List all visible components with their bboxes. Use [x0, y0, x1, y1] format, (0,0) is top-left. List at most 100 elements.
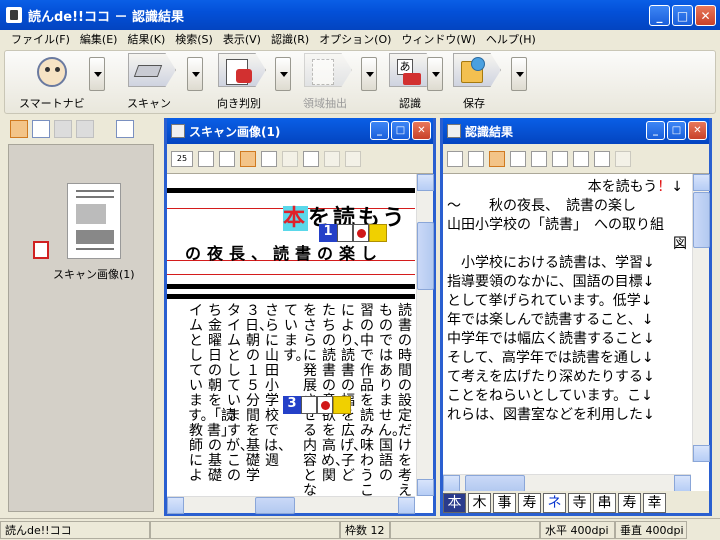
region-extract-dropdown[interactable] — [361, 57, 377, 91]
smart-navi-dropdown[interactable] — [89, 57, 105, 91]
thumbnail-panel: スキャン画像(1) — [4, 116, 158, 516]
result-close-button[interactable]: ✕ — [688, 121, 707, 140]
menu-options[interactable]: オプション(O) — [314, 31, 396, 47]
image-minimize-button[interactable]: _ — [370, 121, 389, 140]
scan-dropdown[interactable] — [187, 57, 203, 91]
find-icon[interactable] — [552, 150, 568, 167]
image-maximize-button[interactable]: □ — [391, 121, 410, 140]
close-button[interactable]: ✕ — [695, 5, 716, 26]
thumbnail-list: スキャン画像(1) — [8, 144, 154, 512]
result-line: 中学年では幅広く読書すること↓ — [447, 331, 655, 347]
panel-minimize-icon[interactable] — [116, 120, 134, 138]
candidate-char[interactable]: 寺 — [568, 493, 591, 513]
scroll-left-icon[interactable] — [167, 497, 184, 514]
result-scroll-up-icon[interactable] — [693, 174, 710, 191]
maximize-button[interactable]: □ — [672, 5, 693, 26]
status-frames: 枠数 12 — [340, 520, 390, 539]
smart-navi-label: スマートナビ — [19, 97, 85, 110]
scan-image-title: スキャン画像(1) — [189, 124, 281, 139]
image-close-button[interactable]: ✕ — [412, 121, 431, 140]
candidate-char[interactable]: 事 — [493, 493, 516, 513]
correction-icon[interactable] — [573, 150, 589, 167]
menu-result[interactable]: 結果(K) — [122, 31, 170, 47]
result-title-bar[interactable]: 認識結果 _ □ ✕ — [443, 118, 709, 144]
frame-marker-3[interactable]: 3 — [283, 396, 351, 414]
menu-edit[interactable]: 編集(E) — [75, 31, 123, 47]
menu-file[interactable]: ファイル(F) — [6, 31, 75, 47]
image-adjust-icon[interactable] — [219, 150, 235, 167]
vertical-frame-icon[interactable] — [240, 150, 256, 167]
thumbnail-view-icon[interactable] — [10, 120, 28, 138]
cut-icon[interactable] — [447, 150, 463, 167]
title-bar[interactable]: 読んde!!ココ － 認識結果 _ □ ✕ — [0, 0, 720, 30]
candidate-char[interactable]: 寿 — [618, 493, 641, 513]
result-line: ことをねらいとしています。こ↓ — [447, 388, 653, 404]
frame-list-icon[interactable] — [468, 150, 484, 167]
horizontal-frame-icon[interactable] — [261, 150, 277, 167]
candidate-char[interactable]: 木 — [468, 493, 491, 513]
result-maximize-button[interactable]: □ — [667, 121, 686, 140]
smart-navi-button[interactable]: スマートナビ — [19, 53, 85, 111]
scroll-right-icon[interactable] — [398, 497, 415, 514]
scroll-up-icon[interactable] — [417, 174, 434, 191]
result-scroll-right-icon[interactable] — [674, 475, 691, 492]
result-title: 認識結果 — [465, 124, 514, 139]
result-scroll-left-icon[interactable] — [443, 475, 460, 492]
region-extract-button: 領域抽出 — [303, 53, 352, 111]
scan-image-title-bar[interactable]: スキャン画像(1) _ □ ✕ — [167, 118, 433, 144]
result-line: として挙げられています。低学↓ — [447, 293, 653, 309]
result-vertical-scrollbar[interactable] — [692, 174, 710, 462]
rotate-icon[interactable] — [198, 150, 214, 167]
result-scroll-down-icon[interactable] — [693, 445, 710, 462]
scroll-down-icon[interactable] — [417, 479, 434, 496]
result-line: ！ — [657, 179, 672, 195]
page-thumbnail[interactable] — [67, 183, 121, 259]
result-line: そして、高学年では読書を通し↓ — [447, 350, 654, 366]
menu-window[interactable]: ウィンドウ(W) — [396, 31, 480, 47]
read-aloud-icon[interactable] — [594, 150, 610, 167]
recognized-text[interactable]: 本を読もう！↓ 〜 秋の夜長、 読書の楽し 山田小学校の「読書」 への取り組 図… — [443, 174, 691, 480]
scanned-document[interactable]: 本を読もう 1 の夜長、読書の楽し 読書の時間の設定だけを考え ものではありませ… — [167, 174, 415, 496]
orientation-icon — [218, 53, 266, 93]
image-toolbar: 25 — [167, 144, 433, 174]
main-toolbar: スマートナビ スキャン 向き判別 領域抽出 あ 認識 保存 — [4, 50, 716, 114]
candidate-char[interactable]: ネ — [543, 493, 566, 513]
image-vertical-scrollbar[interactable] — [416, 174, 434, 496]
result-hscroll-thumb[interactable] — [465, 475, 525, 492]
save-button[interactable]: 保存 — [453, 53, 501, 111]
app-icon[interactable] — [6, 7, 22, 23]
result-line: 山田小学校の「読書」 への取り組 — [447, 217, 664, 233]
candidate-char[interactable]: 本 — [443, 493, 466, 513]
candidate-char[interactable]: 寿 — [518, 493, 541, 513]
zoom-select[interactable]: 25 — [171, 150, 193, 167]
scan-button[interactable]: スキャン — [127, 53, 176, 111]
recognize-button[interactable]: あ 認識 — [389, 53, 437, 111]
result-line: 〜 秋の夜長、 読書の楽し — [447, 198, 636, 214]
save-dropdown[interactable] — [511, 57, 527, 91]
result-horizontal-scrollbar[interactable] — [443, 474, 691, 492]
dictionary-icon[interactable] — [531, 150, 547, 167]
image-hscroll-thumb[interactable] — [255, 497, 295, 514]
format-icon[interactable] — [510, 150, 526, 167]
orientation-button[interactable]: 向き判別 — [217, 53, 266, 111]
result-line: 図 — [673, 236, 687, 252]
jump-icon[interactable] — [489, 150, 505, 167]
image-horizontal-scrollbar[interactable] — [167, 496, 415, 514]
candidate-char[interactable]: 幸 — [643, 493, 666, 513]
candidate-char[interactable]: 串 — [593, 493, 616, 513]
status-empty — [150, 520, 340, 539]
result-minimize-button[interactable]: _ — [646, 121, 665, 140]
image-scroll-thumb[interactable] — [417, 222, 434, 290]
list-view-icon[interactable] — [32, 120, 50, 138]
result-scroll-thumb[interactable] — [693, 192, 710, 248]
text-column: たちの読書の意欲を高め、関 — [321, 303, 349, 484]
menu-view[interactable]: 表示(V) — [218, 31, 266, 47]
recognize-dropdown[interactable] — [427, 57, 443, 91]
minimize-button[interactable]: _ — [649, 5, 670, 26]
menu-search[interactable]: 検索(S) — [170, 31, 218, 47]
menu-recognize[interactable]: 認識(R) — [266, 31, 314, 47]
menu-help[interactable]: ヘルプ(H) — [481, 31, 541, 47]
frame-order-icon[interactable] — [303, 150, 319, 167]
candidate-bar: 本 木 事 寿 ネ 寺 串 寿 幸 — [443, 491, 709, 513]
orientation-dropdown[interactable] — [275, 57, 291, 91]
